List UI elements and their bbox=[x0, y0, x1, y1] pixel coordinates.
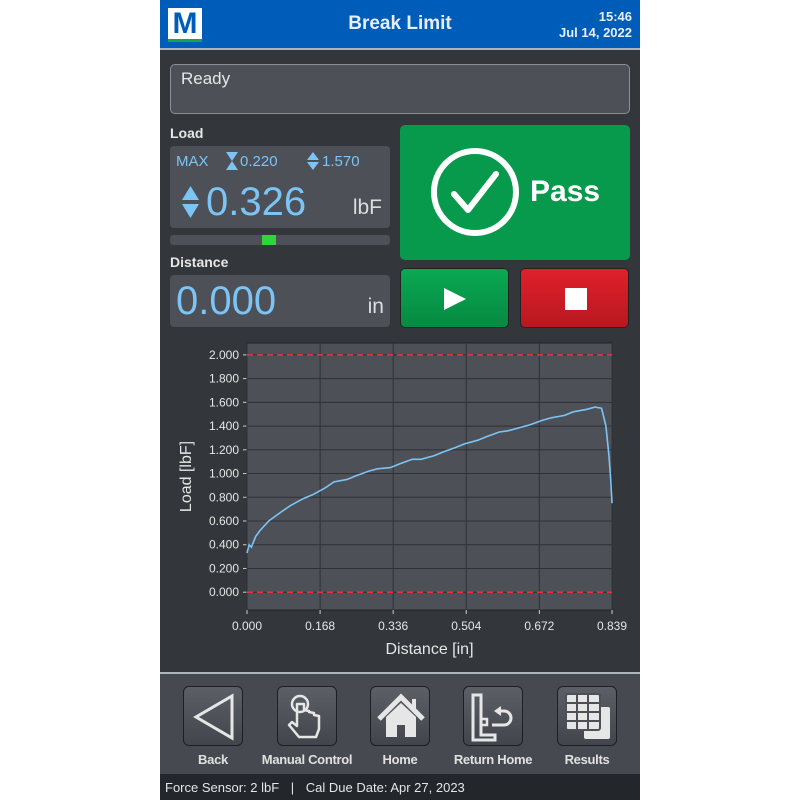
back-triangle-icon bbox=[193, 693, 234, 741]
max-label: MAX bbox=[176, 153, 209, 170]
clock: 15:46 Jul 14, 2022 bbox=[559, 9, 632, 41]
table-icon bbox=[565, 693, 610, 739]
results-button[interactable] bbox=[557, 686, 617, 746]
separator: | bbox=[290, 780, 295, 795]
manual-control-button[interactable] bbox=[277, 686, 337, 746]
load-distance-chart: 0.000 0.200 0.400 0.600 0.800 1.000 1.200 1.400… bbox=[178, 342, 627, 658]
distance-unit: in bbox=[367, 295, 384, 318]
y-tick-label: 0.600 bbox=[209, 514, 239, 528]
max-value: 1.570 bbox=[322, 153, 360, 170]
x-tick-label: 0.504 bbox=[451, 619, 481, 633]
load-unit: lbF bbox=[352, 196, 382, 219]
max-peak-icon bbox=[307, 152, 319, 170]
x-axis-label: Distance [in] bbox=[385, 641, 473, 658]
y-tick-label: 1.200 bbox=[209, 443, 239, 457]
home-button[interactable] bbox=[370, 686, 430, 746]
y-tick-label: 0.800 bbox=[209, 490, 239, 504]
result-pass: Pass bbox=[400, 125, 630, 260]
check-circle-icon bbox=[431, 148, 519, 236]
stop-button[interactable] bbox=[520, 268, 629, 328]
min-value: 0.220 bbox=[240, 153, 278, 170]
y-tick-label: 1.600 bbox=[209, 395, 239, 409]
status-box: Ready bbox=[170, 64, 630, 114]
y-tick-label: 1.000 bbox=[209, 467, 239, 481]
return-home-button[interactable] bbox=[463, 686, 523, 746]
back-button[interactable] bbox=[183, 686, 243, 746]
load-readout: MAX 0.220 1.570 0.326 lbF bbox=[170, 146, 390, 228]
x-tick-label: 0.672 bbox=[524, 619, 554, 633]
app-window: M Break Limit 15:46 Jul 14, 2022 Ready Lo… bbox=[160, 0, 640, 800]
play-icon bbox=[444, 288, 466, 310]
distance-readout: 0.000 in bbox=[170, 275, 390, 327]
y-tick-label: 0.000 bbox=[209, 585, 239, 599]
updown-icon bbox=[182, 186, 199, 218]
plot-area bbox=[246, 342, 613, 611]
home-icon bbox=[377, 693, 425, 737]
x-tick-label: 0.839 bbox=[597, 619, 627, 633]
y-tick-label: 2.000 bbox=[209, 348, 239, 362]
load-bar bbox=[170, 235, 390, 245]
time: 15:46 bbox=[598, 9, 632, 24]
stop-icon bbox=[565, 288, 587, 310]
footer-status: Force Sensor: 2 lbF | Cal Due Date: Apr … bbox=[160, 774, 640, 800]
load-label: Load bbox=[170, 125, 204, 141]
start-button[interactable] bbox=[400, 268, 509, 328]
min-peak-icon bbox=[226, 152, 238, 170]
x-tick-label: 0.000 bbox=[232, 619, 262, 633]
distance-label: Distance bbox=[170, 254, 229, 270]
y-tick-label: 0.400 bbox=[209, 538, 239, 552]
return-home-icon bbox=[471, 693, 513, 742]
distance-value: 0.000 bbox=[176, 279, 277, 323]
result-label: Pass bbox=[530, 175, 601, 208]
load-value: 0.326 bbox=[206, 180, 307, 224]
hand-pointer-icon bbox=[287, 694, 321, 739]
y-axis-label: Load [lbF] bbox=[178, 441, 195, 512]
results-label: Results bbox=[564, 752, 610, 767]
bottom-nav: Back Manual Control Home Return Home Res… bbox=[160, 672, 640, 774]
y-tick-label: 0.200 bbox=[209, 561, 239, 575]
y-tick-label: 1.800 bbox=[209, 372, 239, 386]
load-bar-indicator bbox=[262, 235, 276, 245]
x-tick-label: 0.336 bbox=[378, 619, 408, 633]
x-tick-label: 0.168 bbox=[305, 619, 335, 633]
cal-due-date: Cal Due Date: Apr 27, 2023 bbox=[305, 780, 465, 795]
header: M Break Limit 15:46 Jul 14, 2022 bbox=[160, 0, 640, 50]
y-tick-label: 1.400 bbox=[209, 419, 239, 433]
date: Jul 14, 2022 bbox=[559, 25, 632, 40]
force-sensor: Force Sensor: 2 lbF bbox=[165, 780, 280, 795]
